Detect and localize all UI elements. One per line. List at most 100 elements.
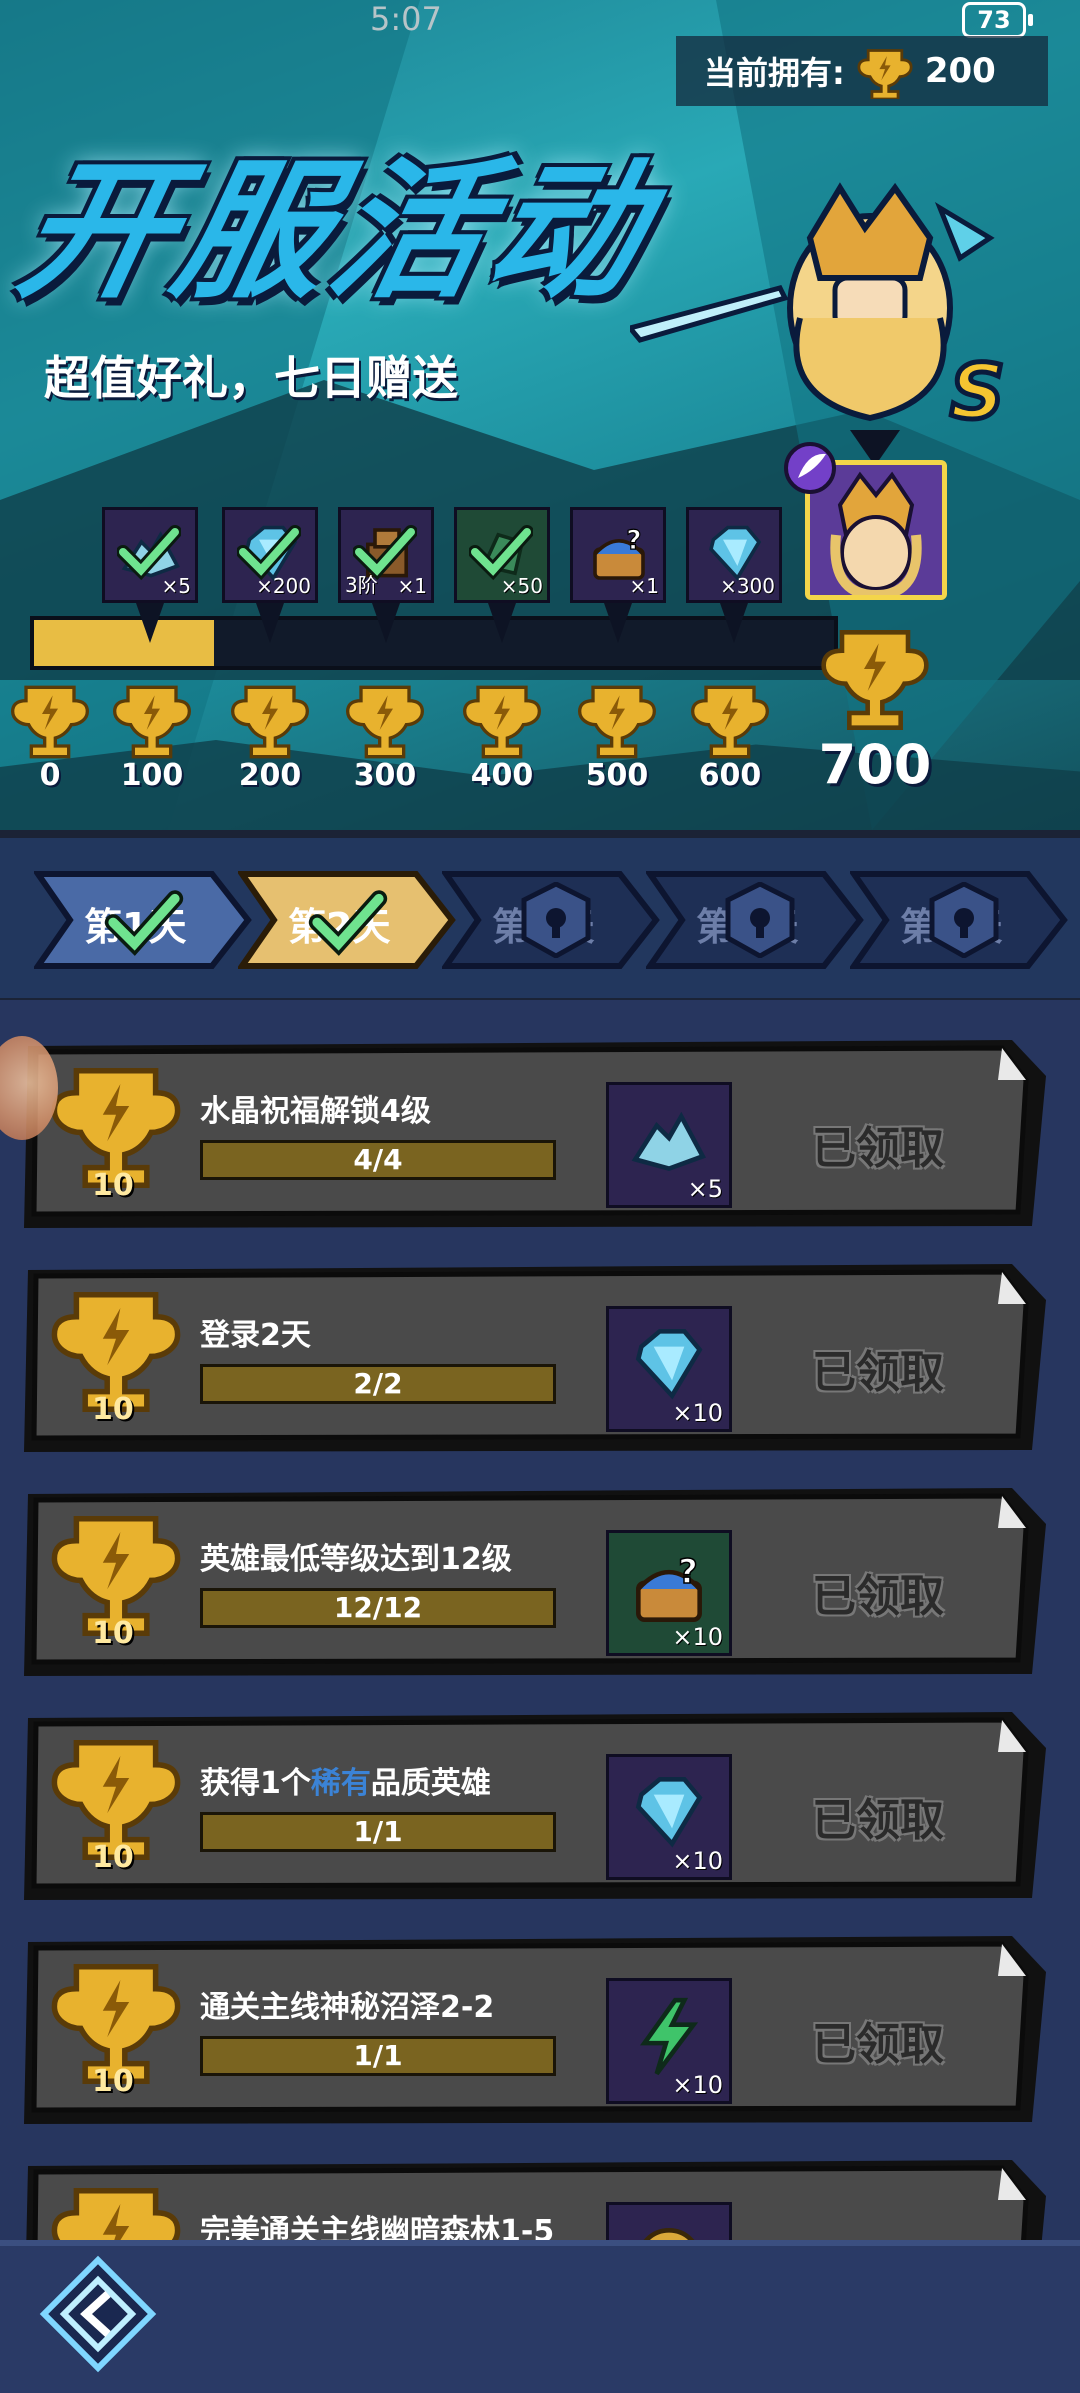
reward-qty: ×300	[720, 574, 775, 598]
trophy-icon	[857, 49, 913, 99]
quest-card[interactable]: 10 通关主线神秘沼泽2-2 1/1 ×10 已领取	[22, 1932, 1052, 2128]
quest-reward[interactable]: ×5	[606, 1082, 732, 1208]
check-icon	[469, 525, 533, 581]
quest-card[interactable]: 10 水晶祝福解锁4级 4/4 ×5 已领取	[22, 1036, 1052, 1232]
hero-illustration: S	[630, 182, 1007, 428]
tab-check	[308, 882, 388, 958]
reward-tier: 3阶	[345, 573, 378, 597]
event-subtitle: 超值好礼，七日赠送	[44, 351, 458, 405]
quest-progress: 2/2	[200, 1364, 556, 1404]
svg-text:?: ?	[678, 1552, 698, 1591]
tab-day-1[interactable]: 第1天	[34, 870, 254, 970]
big-trophy-icon	[821, 630, 929, 730]
reward-qty: ×50	[500, 574, 543, 598]
claimed-status: 已领取	[812, 1795, 944, 1846]
reward-pointer	[488, 603, 516, 643]
crystal-shard-icon	[631, 1111, 707, 1172]
quest-reward[interactable]	[606, 2202, 732, 2240]
tab-check	[104, 882, 184, 958]
quest-title: 通关主线神秘沼泽2-2	[200, 1990, 495, 2025]
check-icon	[308, 890, 388, 956]
milestone-trophy-icon	[10, 685, 90, 759]
quest-points: 10	[92, 1168, 134, 1203]
svg-text:?: ?	[626, 525, 641, 556]
check-icon	[237, 525, 301, 581]
milestone-trophy-icon	[462, 685, 542, 759]
lock-icon	[928, 881, 1000, 962]
tab-day-3[interactable]: 第3天	[442, 870, 662, 970]
quest-title: 获得1个稀有品质英雄	[200, 1766, 491, 1801]
milestone-value: 600	[698, 758, 762, 793]
progress-reward-slot[interactable]: ×200	[222, 507, 318, 603]
quest-progress: 1/1	[200, 1812, 556, 1852]
reward-qty: ×200	[256, 574, 311, 598]
reward-pointer	[372, 603, 400, 643]
quest-progress: 4/4	[200, 1140, 556, 1180]
points-progress-fill	[34, 620, 214, 666]
milestone: 100	[112, 682, 192, 793]
reward-qty: ×5	[687, 1175, 723, 1203]
quest-progress: 12/12	[200, 1588, 556, 1628]
milestone: 300	[345, 682, 425, 793]
milestone-value: 300	[353, 758, 417, 793]
quest-progress: 1/1	[200, 2036, 556, 2076]
reward-qty: ×1	[629, 574, 659, 598]
currency-label: 当前拥有:	[704, 54, 845, 92]
tab-day-5[interactable]: 第5天	[850, 870, 1070, 970]
quest-card[interactable]: 10 登录2天 2/2 ×10 已领取	[22, 1260, 1052, 1456]
milestone-trophy-icon	[230, 685, 310, 759]
quest-card[interactable]: 10完美通关主线幽暗森林1-5	[22, 2156, 1052, 2240]
feather-badge-icon	[784, 442, 836, 494]
final-milestone: 700	[800, 625, 950, 796]
reward-pointer	[136, 603, 164, 643]
milestone: 600	[690, 682, 770, 793]
quest-reward[interactable]: ×10	[606, 1978, 732, 2104]
quest-title: 英雄最低等级达到12级	[200, 1542, 512, 1577]
milestone-trophy-icon	[690, 685, 770, 759]
quest-reward[interactable]: ? ×10	[606, 1530, 732, 1656]
tab-day-4[interactable]: 第4天	[646, 870, 866, 970]
mystery-chest-icon: ?	[636, 1551, 702, 1622]
tab-day-2[interactable]: 第2天	[238, 870, 458, 970]
milestone-value: 200	[238, 758, 302, 793]
lock-icon	[724, 881, 796, 962]
quest-reward[interactable]: ×10	[606, 1754, 732, 1880]
quest-title: 水晶祝福解锁4级	[200, 1094, 431, 1129]
battery-indicator: 73	[962, 2, 1033, 38]
reward-qty: ×1	[397, 574, 427, 598]
status-time: 5:07	[370, 0, 442, 38]
quest-trophy-icon	[51, 2188, 181, 2240]
milestone-value: 500	[585, 758, 649, 793]
reward-pointer	[256, 603, 284, 643]
quest-reward[interactable]: ×10	[606, 1306, 732, 1432]
progress-reward-slot[interactable]: ×300	[686, 507, 782, 603]
quest-list[interactable]: 10 水晶祝福解锁4级 4/4 ×5 已领取 10 登录2天 2/2 ×10 已领取 10 英雄最…	[0, 1000, 1080, 2240]
progress-reward-slot[interactable]: 3阶 ×1	[338, 507, 434, 603]
milestone: 0	[10, 682, 90, 793]
final-milestone-value: 700	[818, 733, 932, 796]
currency-value: 200	[924, 51, 996, 91]
bottom-bar	[0, 2240, 1080, 2393]
energy-icon	[639, 1997, 699, 2076]
progress-reward-slot[interactable]: ×50	[454, 507, 550, 603]
claimed-status: 已领取	[812, 2019, 944, 2070]
quest-points: 10	[92, 1392, 134, 1427]
coin-icon	[643, 2228, 695, 2240]
claimed-status: 已领取	[812, 1123, 944, 1174]
back-logo-icon[interactable]	[38, 2254, 158, 2374]
quest-card[interactable]: 10 英雄最低等级达到12级 12/12? ×10 已领取	[22, 1484, 1052, 1680]
lock-icon	[520, 881, 592, 962]
check-icon	[117, 525, 181, 581]
quest-card[interactable]: 10 获得1个稀有品质英雄 1/1 ×10 已领取	[22, 1708, 1052, 1904]
reward-qty: ×10	[672, 2071, 723, 2099]
milestone: 200	[230, 682, 310, 793]
reward-qty: ×10	[672, 1623, 723, 1651]
progress-reward-slot[interactable]: ×5	[102, 507, 198, 603]
quest-points: 10	[92, 1840, 134, 1875]
claimed-status: 已领取	[812, 1347, 944, 1398]
check-icon	[104, 890, 184, 956]
progress-reward-slot[interactable]: ? ×1	[570, 507, 666, 603]
milestone-value: 0	[39, 758, 61, 793]
reward-qty: ×10	[672, 1847, 723, 1875]
quest-points: 10	[92, 2064, 134, 2099]
